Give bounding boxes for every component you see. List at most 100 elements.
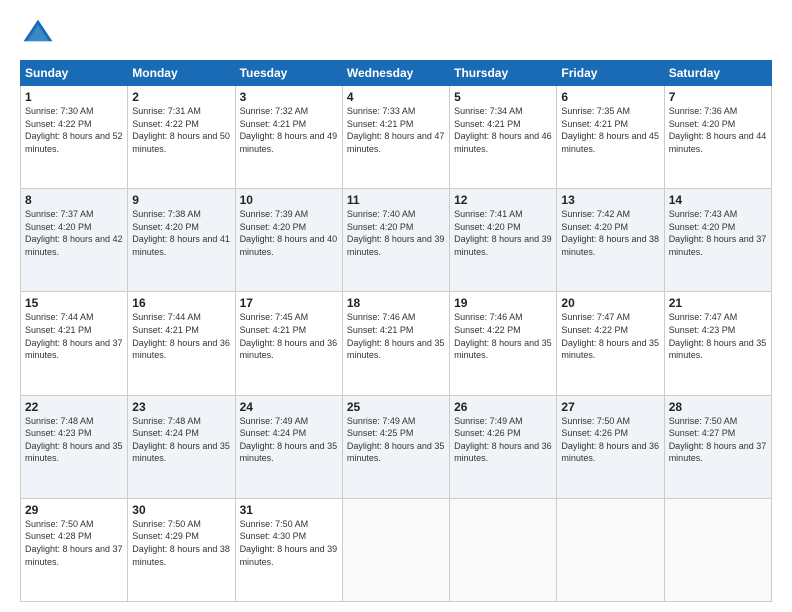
day-number: 19 [454, 296, 552, 310]
day-number: 12 [454, 193, 552, 207]
day-number: 8 [25, 193, 123, 207]
weekday-header: Friday [557, 61, 664, 86]
calendar-cell: 5Sunrise: 7:34 AMSunset: 4:21 PMDaylight… [450, 86, 557, 189]
day-number: 24 [240, 400, 338, 414]
day-info: Sunrise: 7:30 AMSunset: 4:22 PMDaylight:… [25, 105, 123, 155]
calendar-cell: 11Sunrise: 7:40 AMSunset: 4:20 PMDayligh… [342, 189, 449, 292]
weekday-header-row: SundayMondayTuesdayWednesdayThursdayFrid… [21, 61, 772, 86]
logo [20, 16, 60, 52]
calendar-week-row: 1Sunrise: 7:30 AMSunset: 4:22 PMDaylight… [21, 86, 772, 189]
calendar-cell: 3Sunrise: 7:32 AMSunset: 4:21 PMDaylight… [235, 86, 342, 189]
calendar-cell [450, 498, 557, 601]
day-info: Sunrise: 7:46 AMSunset: 4:21 PMDaylight:… [347, 311, 445, 361]
day-number: 11 [347, 193, 445, 207]
day-info: Sunrise: 7:49 AMSunset: 4:25 PMDaylight:… [347, 415, 445, 465]
calendar-week-row: 8Sunrise: 7:37 AMSunset: 4:20 PMDaylight… [21, 189, 772, 292]
calendar-cell: 14Sunrise: 7:43 AMSunset: 4:20 PMDayligh… [664, 189, 771, 292]
calendar-cell: 7Sunrise: 7:36 AMSunset: 4:20 PMDaylight… [664, 86, 771, 189]
calendar-cell: 17Sunrise: 7:45 AMSunset: 4:21 PMDayligh… [235, 292, 342, 395]
day-number: 2 [132, 90, 230, 104]
calendar-cell [342, 498, 449, 601]
calendar-cell: 9Sunrise: 7:38 AMSunset: 4:20 PMDaylight… [128, 189, 235, 292]
day-info: Sunrise: 7:37 AMSunset: 4:20 PMDaylight:… [25, 208, 123, 258]
day-info: Sunrise: 7:47 AMSunset: 4:23 PMDaylight:… [669, 311, 767, 361]
calendar-cell [664, 498, 771, 601]
calendar-cell: 4Sunrise: 7:33 AMSunset: 4:21 PMDaylight… [342, 86, 449, 189]
day-number: 18 [347, 296, 445, 310]
calendar-cell: 22Sunrise: 7:48 AMSunset: 4:23 PMDayligh… [21, 395, 128, 498]
day-info: Sunrise: 7:40 AMSunset: 4:20 PMDaylight:… [347, 208, 445, 258]
day-number: 31 [240, 503, 338, 517]
calendar-cell: 1Sunrise: 7:30 AMSunset: 4:22 PMDaylight… [21, 86, 128, 189]
day-info: Sunrise: 7:46 AMSunset: 4:22 PMDaylight:… [454, 311, 552, 361]
calendar-cell: 25Sunrise: 7:49 AMSunset: 4:25 PMDayligh… [342, 395, 449, 498]
page: SundayMondayTuesdayWednesdayThursdayFrid… [0, 0, 792, 612]
day-number: 27 [561, 400, 659, 414]
weekday-header: Wednesday [342, 61, 449, 86]
calendar-cell: 29Sunrise: 7:50 AMSunset: 4:28 PMDayligh… [21, 498, 128, 601]
day-info: Sunrise: 7:50 AMSunset: 4:30 PMDaylight:… [240, 518, 338, 568]
day-number: 26 [454, 400, 552, 414]
day-info: Sunrise: 7:39 AMSunset: 4:20 PMDaylight:… [240, 208, 338, 258]
day-info: Sunrise: 7:33 AMSunset: 4:21 PMDaylight:… [347, 105, 445, 155]
calendar-cell: 10Sunrise: 7:39 AMSunset: 4:20 PMDayligh… [235, 189, 342, 292]
day-number: 5 [454, 90, 552, 104]
calendar-table: SundayMondayTuesdayWednesdayThursdayFrid… [20, 60, 772, 602]
day-number: 3 [240, 90, 338, 104]
weekday-header: Tuesday [235, 61, 342, 86]
day-number: 22 [25, 400, 123, 414]
day-number: 17 [240, 296, 338, 310]
calendar-week-row: 15Sunrise: 7:44 AMSunset: 4:21 PMDayligh… [21, 292, 772, 395]
day-number: 20 [561, 296, 659, 310]
calendar-cell: 6Sunrise: 7:35 AMSunset: 4:21 PMDaylight… [557, 86, 664, 189]
calendar-cell: 12Sunrise: 7:41 AMSunset: 4:20 PMDayligh… [450, 189, 557, 292]
calendar-week-row: 22Sunrise: 7:48 AMSunset: 4:23 PMDayligh… [21, 395, 772, 498]
calendar-cell: 13Sunrise: 7:42 AMSunset: 4:20 PMDayligh… [557, 189, 664, 292]
weekday-header: Sunday [21, 61, 128, 86]
day-info: Sunrise: 7:31 AMSunset: 4:22 PMDaylight:… [132, 105, 230, 155]
day-number: 7 [669, 90, 767, 104]
day-number: 4 [347, 90, 445, 104]
day-info: Sunrise: 7:49 AMSunset: 4:26 PMDaylight:… [454, 415, 552, 465]
day-info: Sunrise: 7:38 AMSunset: 4:20 PMDaylight:… [132, 208, 230, 258]
calendar-cell: 24Sunrise: 7:49 AMSunset: 4:24 PMDayligh… [235, 395, 342, 498]
day-info: Sunrise: 7:36 AMSunset: 4:20 PMDaylight:… [669, 105, 767, 155]
day-info: Sunrise: 7:45 AMSunset: 4:21 PMDaylight:… [240, 311, 338, 361]
day-number: 25 [347, 400, 445, 414]
day-info: Sunrise: 7:43 AMSunset: 4:20 PMDaylight:… [669, 208, 767, 258]
calendar-cell: 18Sunrise: 7:46 AMSunset: 4:21 PMDayligh… [342, 292, 449, 395]
day-number: 30 [132, 503, 230, 517]
day-number: 9 [132, 193, 230, 207]
calendar-cell: 19Sunrise: 7:46 AMSunset: 4:22 PMDayligh… [450, 292, 557, 395]
logo-icon [20, 16, 56, 52]
calendar-week-row: 29Sunrise: 7:50 AMSunset: 4:28 PMDayligh… [21, 498, 772, 601]
day-info: Sunrise: 7:35 AMSunset: 4:21 PMDaylight:… [561, 105, 659, 155]
weekday-header: Thursday [450, 61, 557, 86]
calendar-cell: 15Sunrise: 7:44 AMSunset: 4:21 PMDayligh… [21, 292, 128, 395]
weekday-header: Saturday [664, 61, 771, 86]
day-number: 29 [25, 503, 123, 517]
day-number: 6 [561, 90, 659, 104]
calendar-cell: 20Sunrise: 7:47 AMSunset: 4:22 PMDayligh… [557, 292, 664, 395]
day-number: 16 [132, 296, 230, 310]
calendar-cell: 8Sunrise: 7:37 AMSunset: 4:20 PMDaylight… [21, 189, 128, 292]
day-info: Sunrise: 7:50 AMSunset: 4:28 PMDaylight:… [25, 518, 123, 568]
calendar-cell: 23Sunrise: 7:48 AMSunset: 4:24 PMDayligh… [128, 395, 235, 498]
calendar-cell [557, 498, 664, 601]
day-info: Sunrise: 7:48 AMSunset: 4:23 PMDaylight:… [25, 415, 123, 465]
calendar-cell: 30Sunrise: 7:50 AMSunset: 4:29 PMDayligh… [128, 498, 235, 601]
day-number: 13 [561, 193, 659, 207]
weekday-header: Monday [128, 61, 235, 86]
calendar-cell: 26Sunrise: 7:49 AMSunset: 4:26 PMDayligh… [450, 395, 557, 498]
day-info: Sunrise: 7:49 AMSunset: 4:24 PMDaylight:… [240, 415, 338, 465]
day-info: Sunrise: 7:44 AMSunset: 4:21 PMDaylight:… [132, 311, 230, 361]
day-info: Sunrise: 7:34 AMSunset: 4:21 PMDaylight:… [454, 105, 552, 155]
day-info: Sunrise: 7:48 AMSunset: 4:24 PMDaylight:… [132, 415, 230, 465]
day-info: Sunrise: 7:50 AMSunset: 4:29 PMDaylight:… [132, 518, 230, 568]
calendar-cell: 16Sunrise: 7:44 AMSunset: 4:21 PMDayligh… [128, 292, 235, 395]
day-info: Sunrise: 7:41 AMSunset: 4:20 PMDaylight:… [454, 208, 552, 258]
day-number: 1 [25, 90, 123, 104]
calendar-cell: 27Sunrise: 7:50 AMSunset: 4:26 PMDayligh… [557, 395, 664, 498]
day-info: Sunrise: 7:47 AMSunset: 4:22 PMDaylight:… [561, 311, 659, 361]
header [20, 16, 772, 52]
